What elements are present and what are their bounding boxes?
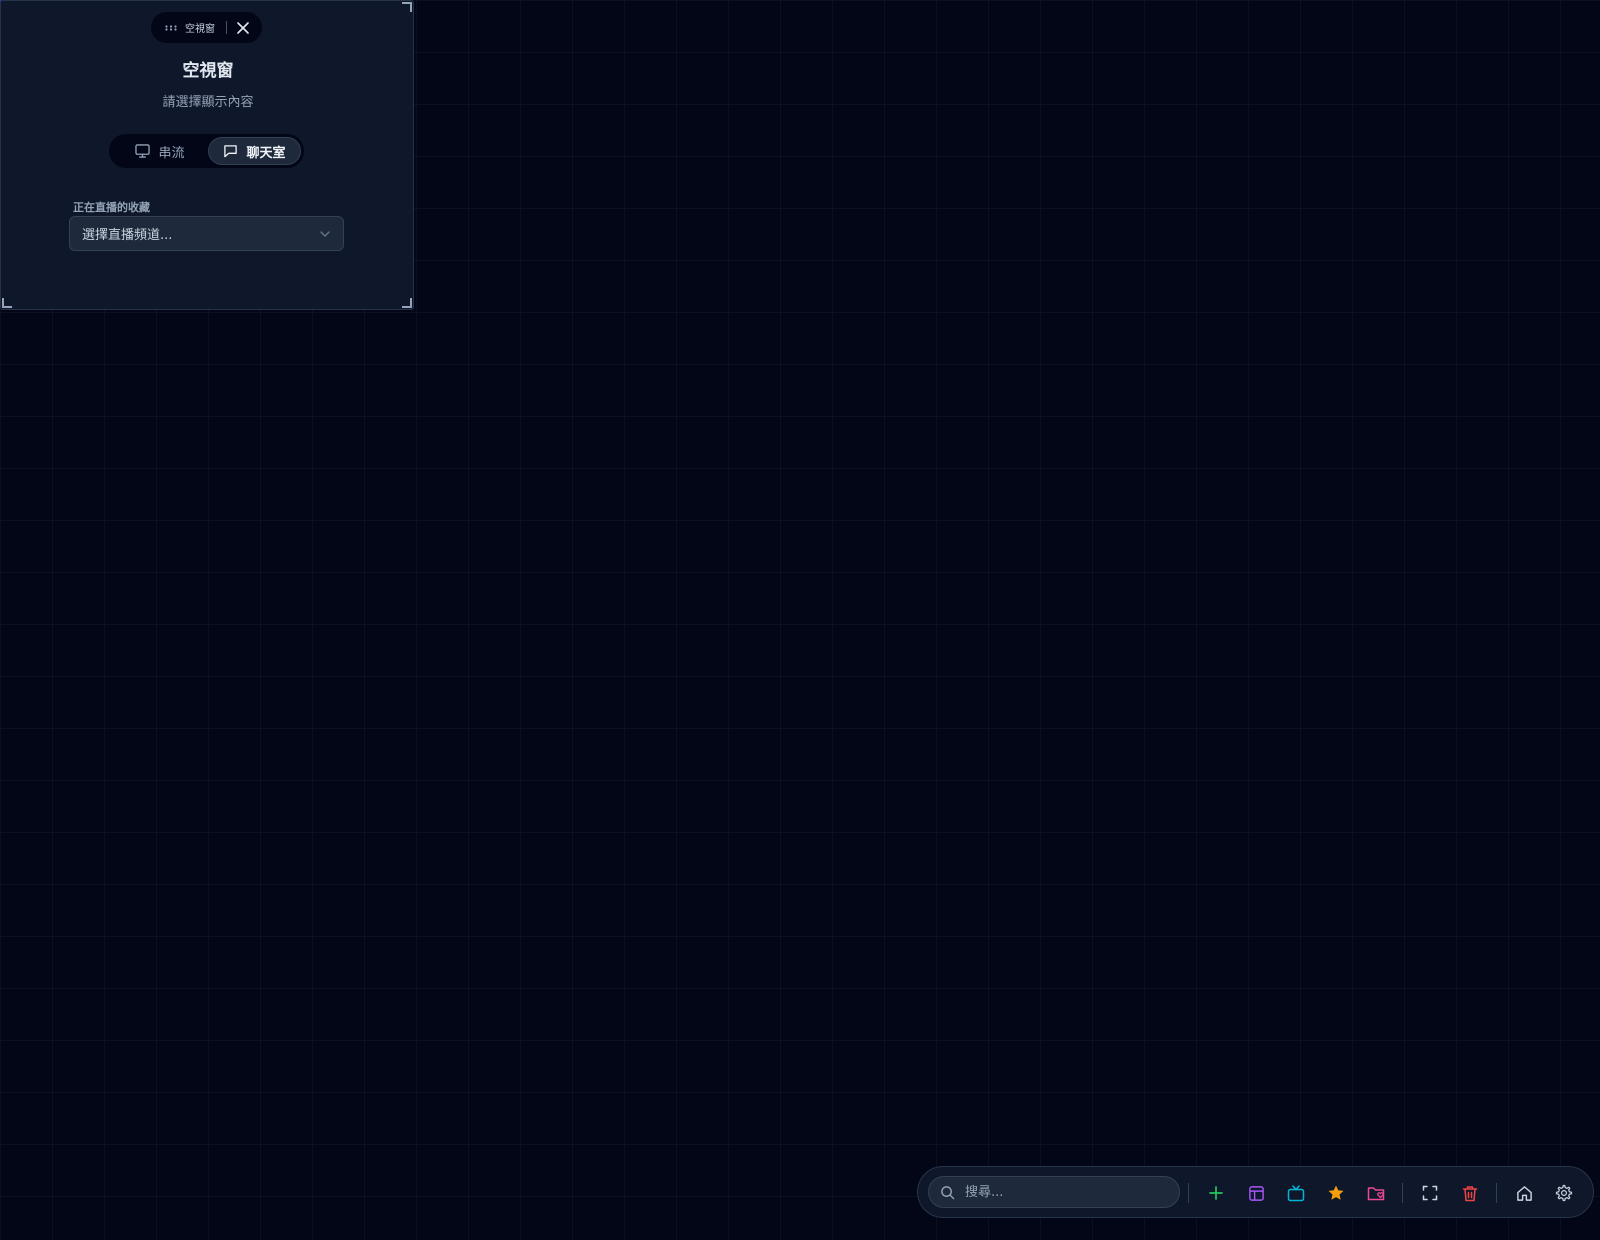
toolbar-divider: [1188, 1183, 1189, 1203]
tv-button[interactable]: [1282, 1179, 1310, 1207]
live-favorites-label: 正在直播的收藏: [73, 201, 150, 214]
resize-handle-bottom-right[interactable]: [402, 298, 412, 308]
drag-handle-icon[interactable]: [165, 22, 177, 34]
add-button[interactable]: [1202, 1179, 1230, 1207]
search-box: [928, 1176, 1180, 1208]
select-placeholder: 選擇直播頻道...: [82, 228, 173, 243]
window-header-label: 空視窗: [185, 24, 215, 35]
star-icon: [1328, 1185, 1344, 1200]
bottom-toolbar: [917, 1166, 1594, 1218]
search-icon: [941, 1185, 955, 1199]
tv-icon: [1287, 1184, 1305, 1201]
header-divider: [226, 21, 227, 34]
fullscreen-icon: [1422, 1185, 1438, 1201]
layout-icon: [1248, 1185, 1264, 1201]
favorites-button[interactable]: [1322, 1179, 1350, 1207]
trash-icon: [1462, 1185, 1478, 1201]
close-window-button[interactable]: [233, 18, 253, 38]
resize-handle-top-right[interactable]: [402, 2, 412, 12]
resize-handle-bottom-left[interactable]: [2, 298, 12, 308]
content-type-tabs: 串流 聊天室: [109, 134, 304, 168]
window-header-pill: 空視窗: [151, 12, 262, 43]
tab-stream-label: 串流: [158, 145, 185, 161]
tab-chat-label: 聊天室: [246, 145, 286, 161]
delete-button[interactable]: [1456, 1179, 1484, 1207]
tab-chat[interactable]: 聊天室: [207, 137, 301, 165]
layout-button[interactable]: [1242, 1179, 1270, 1207]
settings-icon: [1555, 1184, 1573, 1202]
search-input[interactable]: [963, 1183, 1167, 1201]
tab-stream[interactable]: 串流: [112, 137, 208, 165]
live-channel-select[interactable]: 選擇直播頻道...: [69, 216, 344, 251]
favorite-folder-button[interactable]: [1362, 1179, 1390, 1207]
close-icon: [237, 21, 249, 34]
chevron-down-icon: [319, 230, 331, 238]
plus-icon: [1209, 1186, 1223, 1200]
home-button[interactable]: [1510, 1179, 1538, 1207]
monitor-icon: [135, 144, 151, 158]
empty-window-panel: 空視窗 空視窗 請選擇顯示內容 串流 聊天室 正在直播的收藏 選擇直播頻道...: [0, 0, 414, 310]
home-icon: [1516, 1185, 1532, 1201]
settings-button[interactable]: [1550, 1179, 1578, 1207]
folder-heart-icon: [1367, 1186, 1384, 1200]
panel-title: 空視窗: [182, 61, 234, 81]
fullscreen-button[interactable]: [1416, 1179, 1444, 1207]
message-square-icon: [223, 144, 238, 158]
panel-subtitle: 請選擇顯示內容: [162, 95, 254, 110]
toolbar-divider: [1496, 1183, 1497, 1203]
toolbar-divider: [1402, 1183, 1403, 1203]
